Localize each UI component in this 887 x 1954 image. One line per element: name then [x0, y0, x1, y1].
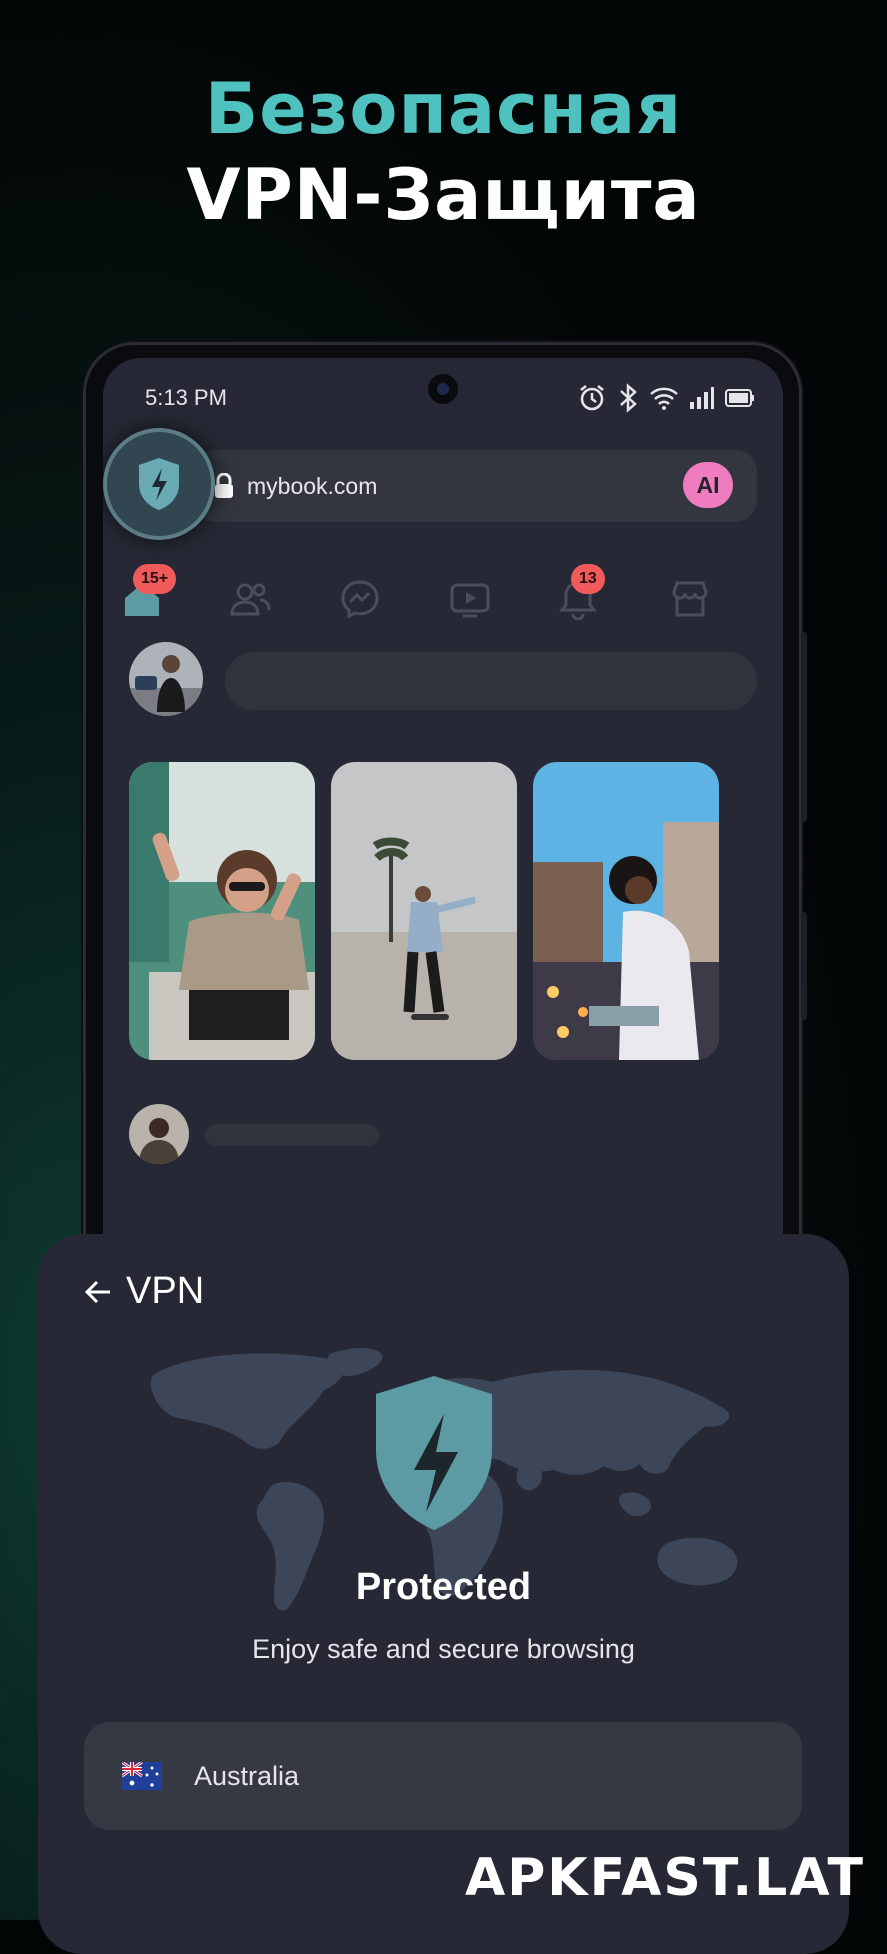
tab-video[interactable] — [449, 578, 491, 620]
story-card[interactable] — [129, 762, 315, 1060]
home-badge: 15+ — [133, 564, 177, 594]
bluetooth-icon — [620, 383, 637, 413]
lock-icon — [215, 473, 233, 498]
promo-headline: Безопасная VPN-Защита — [0, 66, 887, 238]
country-selector[interactable]: Australia — [84, 1722, 802, 1830]
phone-volume-button — [801, 632, 807, 822]
friends-icon — [230, 583, 271, 616]
nav-tabs: 15+ 13 — [121, 564, 773, 628]
feed-post — [129, 1104, 769, 1168]
story-card[interactable] — [331, 762, 517, 1060]
stories-row — [129, 762, 769, 1060]
vpn-status-text: Protected — [355, 1566, 532, 1608]
post-author-skeleton — [205, 1124, 379, 1146]
phone-power-button — [801, 912, 807, 1020]
messenger-icon — [341, 580, 379, 619]
headline-line2: VPN-Защита — [186, 154, 701, 236]
watermark: APKFAST.LAT — [464, 1848, 865, 1908]
status-bar: 5:13 PM — [145, 380, 755, 416]
create-post-row — [129, 642, 759, 718]
tab-marketplace[interactable] — [669, 578, 711, 620]
address-bar[interactable]: mybook.com AI — [193, 450, 757, 522]
shield-bolt-icon — [139, 458, 179, 510]
tab-messenger[interactable] — [339, 578, 381, 620]
country-name: Australia — [194, 1760, 300, 1791]
vpn-status-description: Enjoy safe and secure browsing — [252, 1634, 635, 1664]
alarm-icon — [580, 385, 604, 411]
tab-notifications[interactable]: 13 — [557, 564, 605, 621]
battery-icon — [725, 389, 754, 407]
story-card[interactable] — [533, 762, 719, 1060]
vpn-panel-header: VPN — [82, 1270, 204, 1313]
back-arrow-icon[interactable] — [82, 1276, 114, 1308]
whats-on-your-mind-input[interactable] — [225, 652, 757, 710]
vpn-toggle-button[interactable] — [107, 432, 211, 536]
tab-home[interactable]: 15+ — [121, 564, 177, 620]
vpn-panel: VPN Protected Enjoy safe and secure brow… — [38, 1234, 849, 1954]
wifi-icon — [650, 387, 678, 410]
australia-flag-icon — [122, 1762, 162, 1790]
ai-button[interactable]: AI — [683, 462, 733, 508]
signal-icon — [690, 387, 714, 409]
url-text[interactable]: mybook.com — [247, 473, 377, 500]
phone-screen: 5:13 PM mybook.com AI 15+ 13 — [103, 358, 783, 1358]
tab-friends[interactable] — [229, 578, 271, 620]
protected-shield-icon — [376, 1376, 492, 1530]
store-icon — [672, 581, 708, 617]
user-avatar[interactable] — [129, 642, 203, 716]
notifications-badge: 13 — [571, 564, 605, 594]
headline-line1: Безопасная — [204, 68, 683, 150]
post-author-avatar[interactable] — [129, 1104, 189, 1164]
vpn-panel-title: VPN — [126, 1270, 205, 1312]
video-icon — [450, 583, 490, 618]
status-time: 5:13 PM — [145, 385, 227, 410]
